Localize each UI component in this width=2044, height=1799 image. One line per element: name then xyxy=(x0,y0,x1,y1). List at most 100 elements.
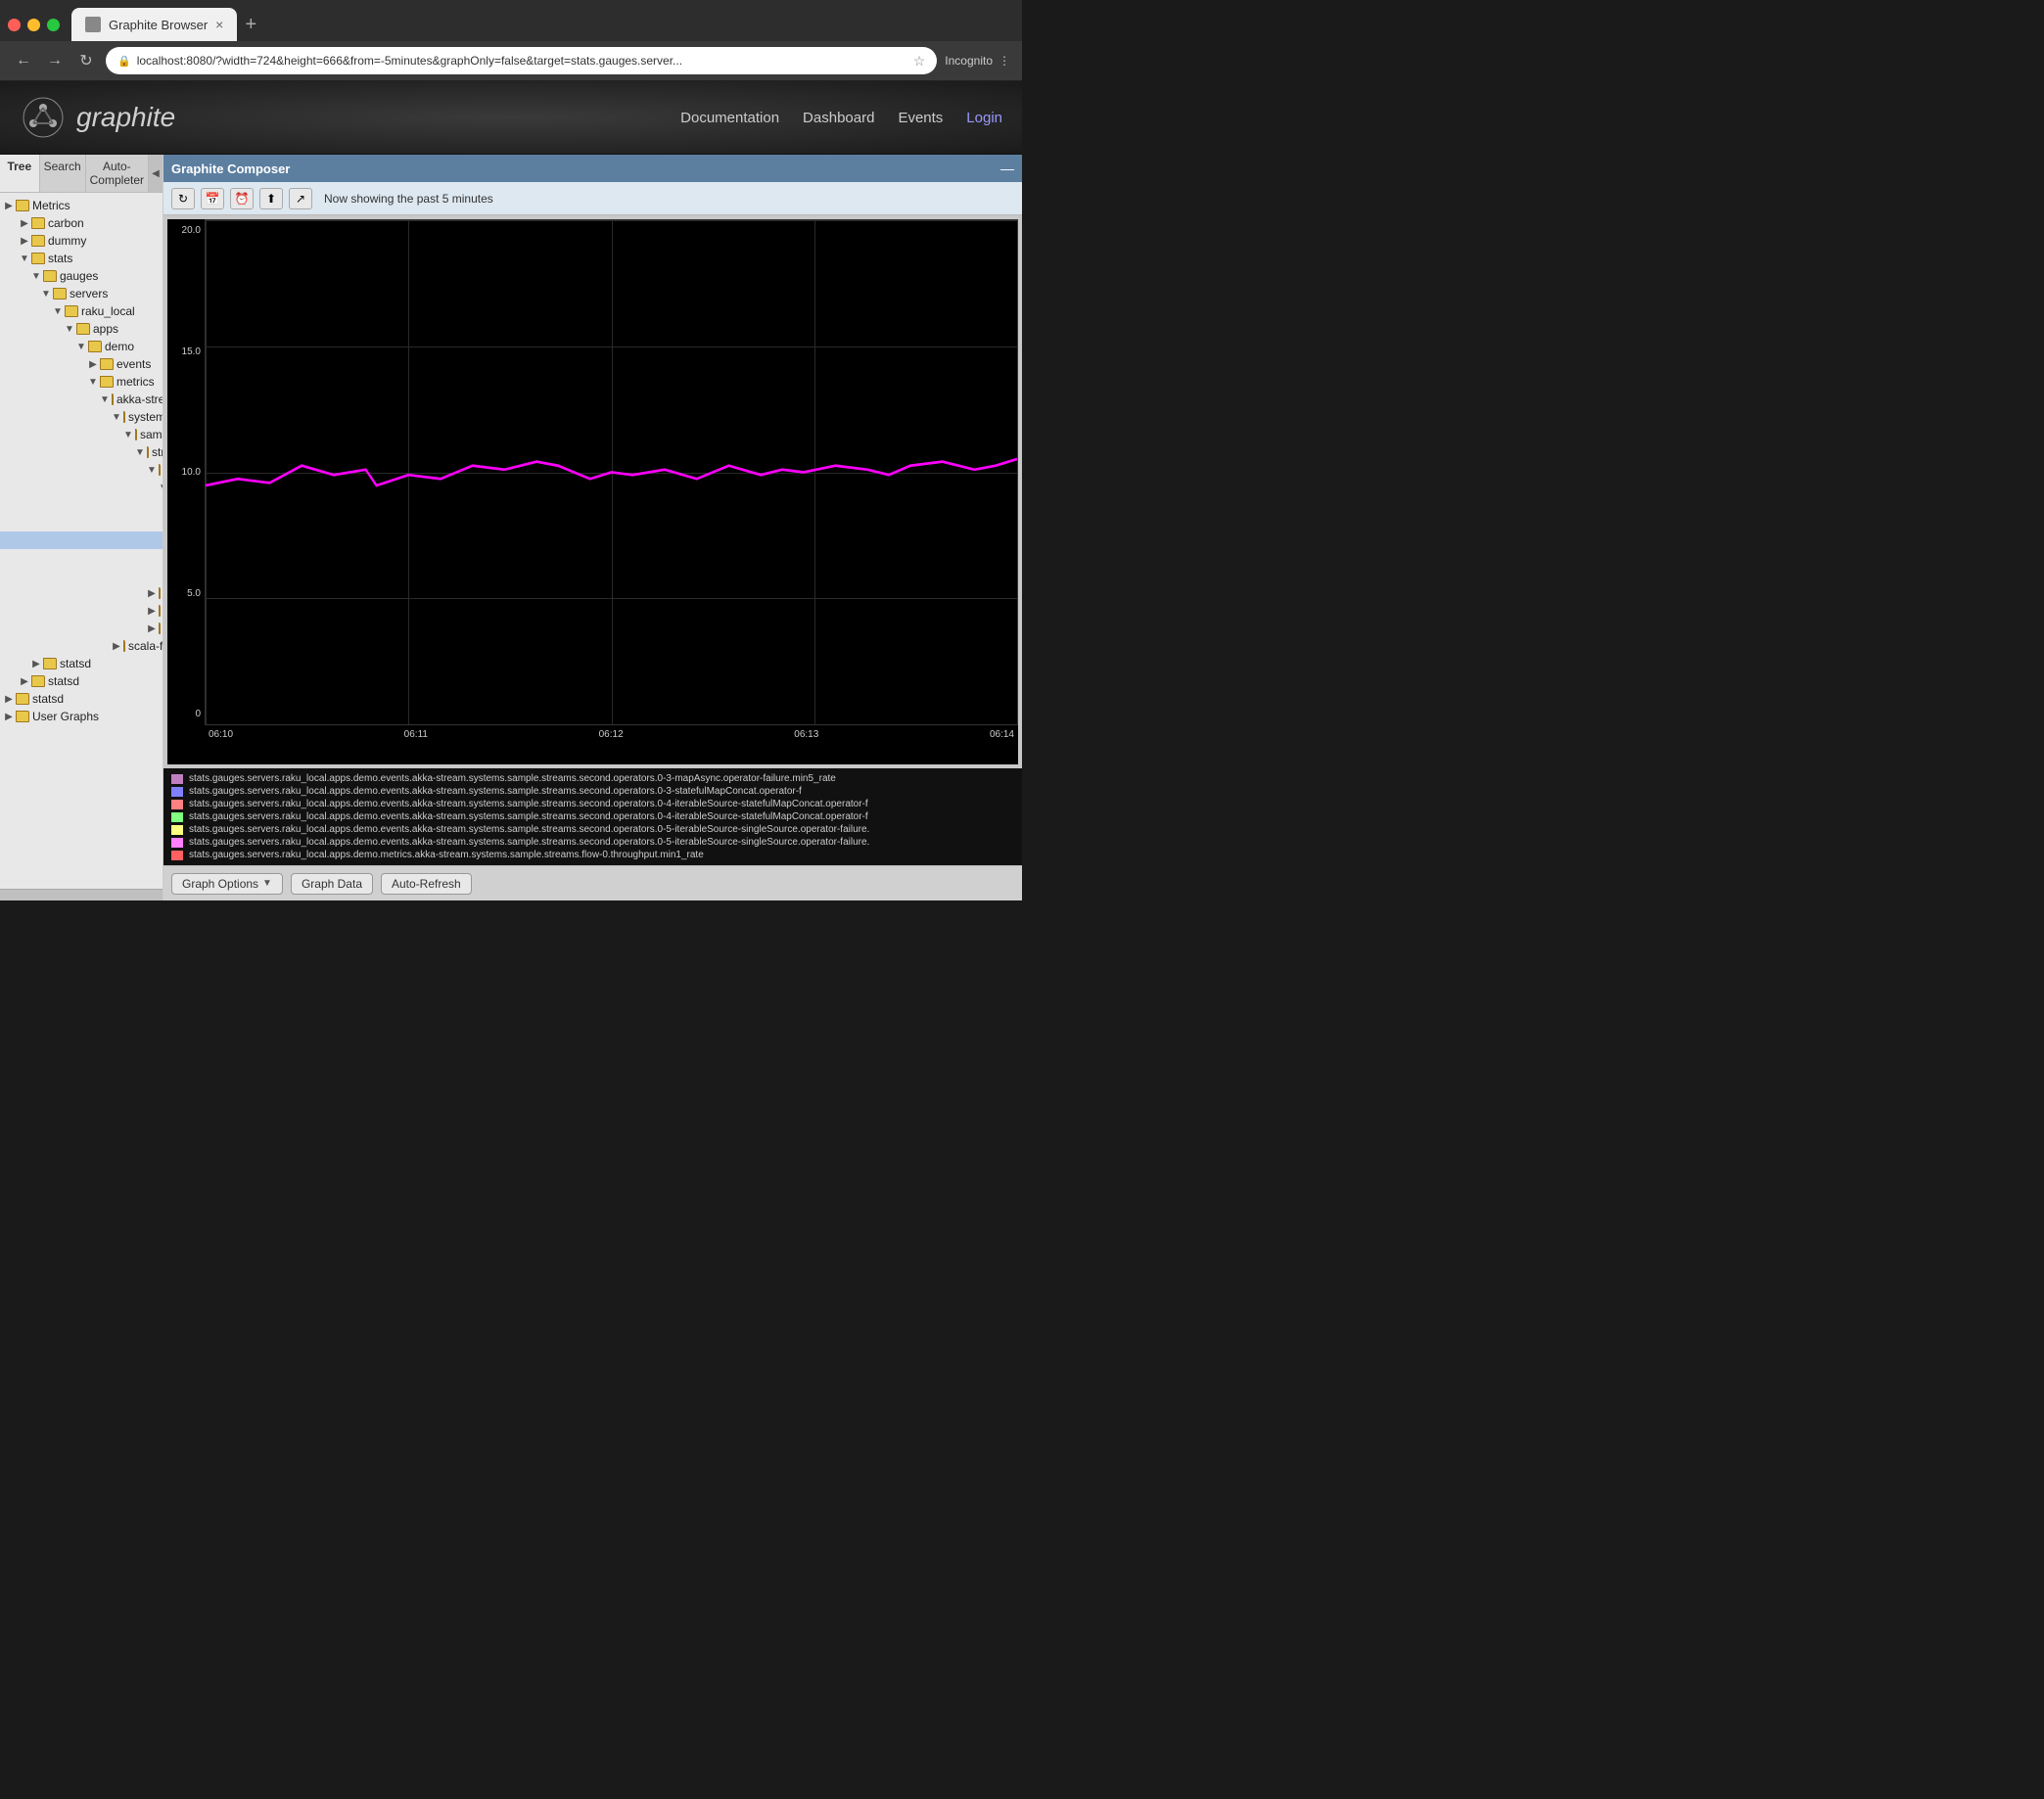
x-axis: 06:10 06:11 06:12 06:13 06:14 xyxy=(205,727,1018,747)
nav-events[interactable]: Events xyxy=(898,110,943,126)
auto-refresh-btn[interactable]: Auto-Refresh xyxy=(381,873,472,895)
tree-item-throughput[interactable]: ▼ throughput xyxy=(0,479,163,496)
x-label-0613: 06:13 xyxy=(794,729,818,745)
tree-item-statsd-1[interactable]: ▶ statsd xyxy=(0,655,163,672)
tree-item-akka-stream[interactable]: ▼ akka-stream xyxy=(0,391,163,408)
legend-color-2 xyxy=(171,800,183,809)
tree-toggle: ▶ xyxy=(18,236,31,247)
extensions-btn[interactable]: ⋮ xyxy=(999,54,1010,68)
tree-toggle: ▶ xyxy=(145,623,159,634)
tree-item-scala-futures[interactable]: ▶ scala-futures xyxy=(0,637,163,655)
sidebar-tree: ▶ Metrics ▶ carbon ▶ dummy xyxy=(0,193,163,889)
folder-icon xyxy=(112,393,114,405)
upload-btn[interactable]: ⬆ xyxy=(259,188,283,209)
tree-toggle: ▼ xyxy=(86,377,100,388)
composer-close-btn[interactable]: — xyxy=(1000,161,1014,176)
right-panel: Graphite Composer — ↻ 📅 ⏰ ⬆ ↗ Now showin… xyxy=(163,155,1022,900)
tree-item-mean-rate[interactable]: mean_rate xyxy=(0,496,163,514)
nav-documentation[interactable]: Documentation xyxy=(680,110,779,126)
tree-item-sample[interactable]: ▼ sample xyxy=(0,426,163,443)
folder-icon xyxy=(159,464,161,476)
tree-item-flow-1[interactable]: ▶ flow-1 xyxy=(0,584,163,602)
tree-toggle: ▼ xyxy=(39,289,53,300)
tab-tree[interactable]: Tree xyxy=(0,155,40,192)
y-axis: 20.0 15.0 10.0 5.0 0 xyxy=(167,219,205,725)
tab-close-btn[interactable]: × xyxy=(215,17,223,32)
nav-forward-btn[interactable]: → xyxy=(43,52,67,69)
tab-autocompleter[interactable]: Auto-Completer xyxy=(86,155,149,192)
tree-toggle: ▶ xyxy=(18,218,31,229)
legend-text-1: stats.gauges.servers.raku_local.apps.dem… xyxy=(189,786,802,797)
tree-item-metrics[interactable]: ▶ Metrics xyxy=(0,197,163,214)
bookmark-icon[interactable]: ☆ xyxy=(913,53,926,69)
tree-item-second[interactable]: ▶ second xyxy=(0,602,163,620)
tree-item-min5-rate[interactable]: min5_rate xyxy=(0,549,163,567)
nav-reload-btn[interactable]: ↻ xyxy=(74,51,98,70)
tree-toggle: ▶ xyxy=(145,588,159,599)
share-btn[interactable]: ↗ xyxy=(289,188,312,209)
composer-toolbar: ↻ 📅 ⏰ ⬆ ↗ Now showing the past 5 minutes xyxy=(163,182,1022,215)
new-tab-btn[interactable]: + xyxy=(237,11,264,38)
tree-item-statsd-root[interactable]: ▶ statsd xyxy=(0,690,163,708)
tree-toggle: ▼ xyxy=(98,394,112,405)
tree-item-servers[interactable]: ▼ servers xyxy=(0,285,163,302)
legend-color-0 xyxy=(171,774,183,784)
tree-toggle: ▼ xyxy=(110,412,123,423)
tree-label: dummy xyxy=(48,234,86,248)
tree-item-metrics-sub[interactable]: ▼ metrics xyxy=(0,373,163,391)
tree-item-gauges[interactable]: ▼ gauges xyxy=(0,267,163,285)
tree-label: statsd xyxy=(60,657,91,670)
tree-item-stats[interactable]: ▼ stats xyxy=(0,250,163,267)
main-content: Tree Search Auto-Completer ◀ ▶ Metrics ▶… xyxy=(0,155,1022,900)
graph-options-btn[interactable]: Graph Options ▼ xyxy=(171,873,283,895)
graph-data-btn[interactable]: Graph Data xyxy=(291,873,373,895)
tree-item-min15-rate[interactable]: min15_rate xyxy=(0,514,163,531)
tree-item-demo[interactable]: ▼ demo xyxy=(0,338,163,355)
nav-back-btn[interactable]: ← xyxy=(12,52,35,69)
url-field[interactable]: 🔒 localhost:8080/?width=724&height=666&f… xyxy=(106,47,937,74)
tree-item-apps[interactable]: ▼ apps xyxy=(0,320,163,338)
folder-icon xyxy=(159,587,161,599)
nav-dashboard[interactable]: Dashboard xyxy=(803,110,874,126)
tree-label: raku_local xyxy=(81,304,135,318)
maximize-window-btn[interactable] xyxy=(47,19,60,31)
tree-item-flow-0[interactable]: ▼ flow-0 xyxy=(0,461,163,479)
minimize-window-btn[interactable] xyxy=(27,19,40,31)
nav-login[interactable]: Login xyxy=(966,110,1002,126)
tree-item-events[interactable]: ▶ events xyxy=(0,355,163,373)
tree-item-samples[interactable]: samples xyxy=(0,567,163,584)
browser-tab[interactable]: Graphite Browser × xyxy=(71,8,237,41)
calendar-btn[interactable]: 📅 xyxy=(201,188,224,209)
browser-chrome: Graphite Browser × + ← → ↻ 🔒 localhost:8… xyxy=(0,0,1022,81)
tree-item-raku-local[interactable]: ▼ raku_local xyxy=(0,302,163,320)
sidebar-collapse-btn[interactable]: ◀ xyxy=(149,155,163,192)
x-label-0610: 06:10 xyxy=(209,729,233,745)
tree-item-statsd-2[interactable]: ▶ statsd xyxy=(0,672,163,690)
window-controls xyxy=(8,19,60,31)
refresh-btn[interactable]: ↻ xyxy=(171,188,195,209)
sidebar-scrollbar[interactable] xyxy=(0,889,163,900)
folder-icon xyxy=(16,711,29,722)
tree-item-carbon[interactable]: ▶ carbon xyxy=(0,214,163,232)
folder-icon xyxy=(88,341,102,352)
tree-item-dummy[interactable]: ▶ dummy xyxy=(0,232,163,250)
close-window-btn[interactable] xyxy=(8,19,21,31)
folder-icon xyxy=(43,270,57,282)
legend-item-5: stats.gauges.servers.raku_local.apps.dem… xyxy=(171,836,1014,849)
x-label-0612: 06:12 xyxy=(599,729,624,745)
tree-item-user-graphs[interactable]: ▶ User Graphs xyxy=(0,708,163,725)
tree-toggle: ▼ xyxy=(133,447,147,458)
tab-search[interactable]: Search xyxy=(40,155,86,192)
y-label-5: 5.0 xyxy=(171,588,201,599)
tree-toggle: ▶ xyxy=(2,201,16,211)
tree-item-systems[interactable]: ▼ systems xyxy=(0,408,163,426)
tab-bar: Graphite Browser × + xyxy=(0,0,1022,41)
tree-item-streams[interactable]: ▼ streams xyxy=(0,443,163,461)
legend-item-2: stats.gauges.servers.raku_local.apps.dem… xyxy=(171,798,1014,810)
graph-options-label: Graph Options xyxy=(182,877,258,891)
tree-item-min1-rate[interactable]: min1_rate xyxy=(0,531,163,549)
clock-btn[interactable]: ⏰ xyxy=(230,188,254,209)
folder-icon xyxy=(159,605,161,617)
tree-item-third[interactable]: ▶ third xyxy=(0,620,163,637)
folder-icon xyxy=(53,288,67,300)
